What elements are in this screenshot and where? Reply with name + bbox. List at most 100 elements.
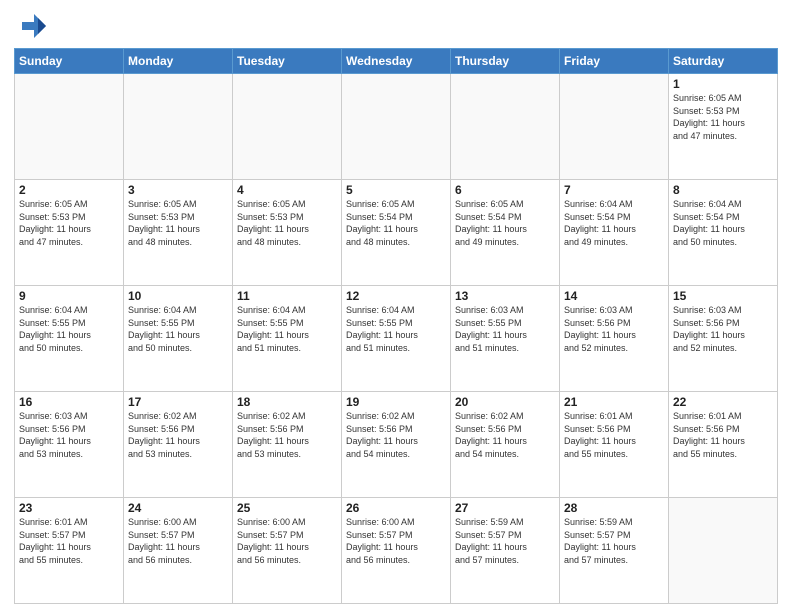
day-cell xyxy=(451,74,560,180)
day-number: 22 xyxy=(673,395,773,409)
day-cell: 23Sunrise: 6:01 AMSunset: 5:57 PMDayligh… xyxy=(15,498,124,604)
day-number: 16 xyxy=(19,395,119,409)
day-number: 5 xyxy=(346,183,446,197)
day-number: 19 xyxy=(346,395,446,409)
weekday-thursday: Thursday xyxy=(451,49,560,74)
day-cell: 15Sunrise: 6:03 AMSunset: 5:56 PMDayligh… xyxy=(669,286,778,392)
day-info: Sunrise: 6:05 AMSunset: 5:53 PMDaylight:… xyxy=(237,198,337,248)
week-row-3: 16Sunrise: 6:03 AMSunset: 5:56 PMDayligh… xyxy=(15,392,778,498)
day-cell xyxy=(124,74,233,180)
weekday-wednesday: Wednesday xyxy=(342,49,451,74)
week-row-0: 1Sunrise: 6:05 AMSunset: 5:53 PMDaylight… xyxy=(15,74,778,180)
day-cell: 14Sunrise: 6:03 AMSunset: 5:56 PMDayligh… xyxy=(560,286,669,392)
day-info: Sunrise: 6:03 AMSunset: 5:55 PMDaylight:… xyxy=(455,304,555,354)
day-cell: 5Sunrise: 6:05 AMSunset: 5:54 PMDaylight… xyxy=(342,180,451,286)
day-info: Sunrise: 6:05 AMSunset: 5:54 PMDaylight:… xyxy=(455,198,555,248)
day-cell: 24Sunrise: 6:00 AMSunset: 5:57 PMDayligh… xyxy=(124,498,233,604)
day-number: 15 xyxy=(673,289,773,303)
day-number: 17 xyxy=(128,395,228,409)
calendar-page: SundayMondayTuesdayWednesdayThursdayFrid… xyxy=(0,0,792,612)
day-info: Sunrise: 6:02 AMSunset: 5:56 PMDaylight:… xyxy=(455,410,555,460)
day-cell: 12Sunrise: 6:04 AMSunset: 5:55 PMDayligh… xyxy=(342,286,451,392)
day-cell: 9Sunrise: 6:04 AMSunset: 5:55 PMDaylight… xyxy=(15,286,124,392)
day-info: Sunrise: 6:04 AMSunset: 5:54 PMDaylight:… xyxy=(564,198,664,248)
day-number: 27 xyxy=(455,501,555,515)
weekday-saturday: Saturday xyxy=(669,49,778,74)
day-info: Sunrise: 6:00 AMSunset: 5:57 PMDaylight:… xyxy=(128,516,228,566)
day-info: Sunrise: 6:04 AMSunset: 5:55 PMDaylight:… xyxy=(128,304,228,354)
day-info: Sunrise: 5:59 AMSunset: 5:57 PMDaylight:… xyxy=(564,516,664,566)
day-info: Sunrise: 6:05 AMSunset: 5:53 PMDaylight:… xyxy=(19,198,119,248)
day-info: Sunrise: 6:02 AMSunset: 5:56 PMDaylight:… xyxy=(237,410,337,460)
day-info: Sunrise: 6:05 AMSunset: 5:53 PMDaylight:… xyxy=(128,198,228,248)
day-cell: 6Sunrise: 6:05 AMSunset: 5:54 PMDaylight… xyxy=(451,180,560,286)
weekday-header-row: SundayMondayTuesdayWednesdayThursdayFrid… xyxy=(15,49,778,74)
day-number: 1 xyxy=(673,77,773,91)
day-cell: 11Sunrise: 6:04 AMSunset: 5:55 PMDayligh… xyxy=(233,286,342,392)
day-cell xyxy=(342,74,451,180)
day-number: 18 xyxy=(237,395,337,409)
day-info: Sunrise: 6:03 AMSunset: 5:56 PMDaylight:… xyxy=(19,410,119,460)
day-cell: 19Sunrise: 6:02 AMSunset: 5:56 PMDayligh… xyxy=(342,392,451,498)
day-cell: 27Sunrise: 5:59 AMSunset: 5:57 PMDayligh… xyxy=(451,498,560,604)
weekday-friday: Friday xyxy=(560,49,669,74)
day-cell: 16Sunrise: 6:03 AMSunset: 5:56 PMDayligh… xyxy=(15,392,124,498)
day-number: 24 xyxy=(128,501,228,515)
header xyxy=(14,10,778,42)
day-info: Sunrise: 6:04 AMSunset: 5:55 PMDaylight:… xyxy=(19,304,119,354)
day-number: 25 xyxy=(237,501,337,515)
day-info: Sunrise: 6:00 AMSunset: 5:57 PMDaylight:… xyxy=(237,516,337,566)
day-number: 8 xyxy=(673,183,773,197)
day-info: Sunrise: 6:04 AMSunset: 5:54 PMDaylight:… xyxy=(673,198,773,248)
day-cell: 1Sunrise: 6:05 AMSunset: 5:53 PMDaylight… xyxy=(669,74,778,180)
day-info: Sunrise: 5:59 AMSunset: 5:57 PMDaylight:… xyxy=(455,516,555,566)
day-cell: 22Sunrise: 6:01 AMSunset: 5:56 PMDayligh… xyxy=(669,392,778,498)
day-cell: 13Sunrise: 6:03 AMSunset: 5:55 PMDayligh… xyxy=(451,286,560,392)
day-number: 7 xyxy=(564,183,664,197)
day-number: 12 xyxy=(346,289,446,303)
day-cell: 26Sunrise: 6:00 AMSunset: 5:57 PMDayligh… xyxy=(342,498,451,604)
day-info: Sunrise: 6:00 AMSunset: 5:57 PMDaylight:… xyxy=(346,516,446,566)
day-info: Sunrise: 6:02 AMSunset: 5:56 PMDaylight:… xyxy=(346,410,446,460)
day-cell: 8Sunrise: 6:04 AMSunset: 5:54 PMDaylight… xyxy=(669,180,778,286)
day-info: Sunrise: 6:05 AMSunset: 5:53 PMDaylight:… xyxy=(673,92,773,142)
day-number: 11 xyxy=(237,289,337,303)
day-cell: 4Sunrise: 6:05 AMSunset: 5:53 PMDaylight… xyxy=(233,180,342,286)
day-info: Sunrise: 6:01 AMSunset: 5:56 PMDaylight:… xyxy=(673,410,773,460)
day-info: Sunrise: 6:02 AMSunset: 5:56 PMDaylight:… xyxy=(128,410,228,460)
day-number: 3 xyxy=(128,183,228,197)
day-cell xyxy=(560,74,669,180)
day-number: 13 xyxy=(455,289,555,303)
logo-icon xyxy=(14,10,46,42)
day-cell: 28Sunrise: 5:59 AMSunset: 5:57 PMDayligh… xyxy=(560,498,669,604)
day-cell: 25Sunrise: 6:00 AMSunset: 5:57 PMDayligh… xyxy=(233,498,342,604)
day-number: 23 xyxy=(19,501,119,515)
day-cell: 17Sunrise: 6:02 AMSunset: 5:56 PMDayligh… xyxy=(124,392,233,498)
day-cell xyxy=(15,74,124,180)
day-cell xyxy=(233,74,342,180)
day-number: 14 xyxy=(564,289,664,303)
calendar-table: SundayMondayTuesdayWednesdayThursdayFrid… xyxy=(14,48,778,604)
day-info: Sunrise: 6:04 AMSunset: 5:55 PMDaylight:… xyxy=(237,304,337,354)
day-cell: 10Sunrise: 6:04 AMSunset: 5:55 PMDayligh… xyxy=(124,286,233,392)
day-info: Sunrise: 6:04 AMSunset: 5:55 PMDaylight:… xyxy=(346,304,446,354)
day-number: 9 xyxy=(19,289,119,303)
day-info: Sunrise: 6:01 AMSunset: 5:57 PMDaylight:… xyxy=(19,516,119,566)
day-cell: 7Sunrise: 6:04 AMSunset: 5:54 PMDaylight… xyxy=(560,180,669,286)
day-number: 2 xyxy=(19,183,119,197)
weekday-tuesday: Tuesday xyxy=(233,49,342,74)
logo xyxy=(14,10,48,42)
week-row-2: 9Sunrise: 6:04 AMSunset: 5:55 PMDaylight… xyxy=(15,286,778,392)
day-info: Sunrise: 6:03 AMSunset: 5:56 PMDaylight:… xyxy=(564,304,664,354)
week-row-4: 23Sunrise: 6:01 AMSunset: 5:57 PMDayligh… xyxy=(15,498,778,604)
day-info: Sunrise: 6:03 AMSunset: 5:56 PMDaylight:… xyxy=(673,304,773,354)
day-info: Sunrise: 6:01 AMSunset: 5:56 PMDaylight:… xyxy=(564,410,664,460)
day-number: 21 xyxy=(564,395,664,409)
weekday-monday: Monday xyxy=(124,49,233,74)
day-info: Sunrise: 6:05 AMSunset: 5:54 PMDaylight:… xyxy=(346,198,446,248)
day-cell xyxy=(669,498,778,604)
day-number: 4 xyxy=(237,183,337,197)
day-cell: 3Sunrise: 6:05 AMSunset: 5:53 PMDaylight… xyxy=(124,180,233,286)
week-row-1: 2Sunrise: 6:05 AMSunset: 5:53 PMDaylight… xyxy=(15,180,778,286)
weekday-sunday: Sunday xyxy=(15,49,124,74)
